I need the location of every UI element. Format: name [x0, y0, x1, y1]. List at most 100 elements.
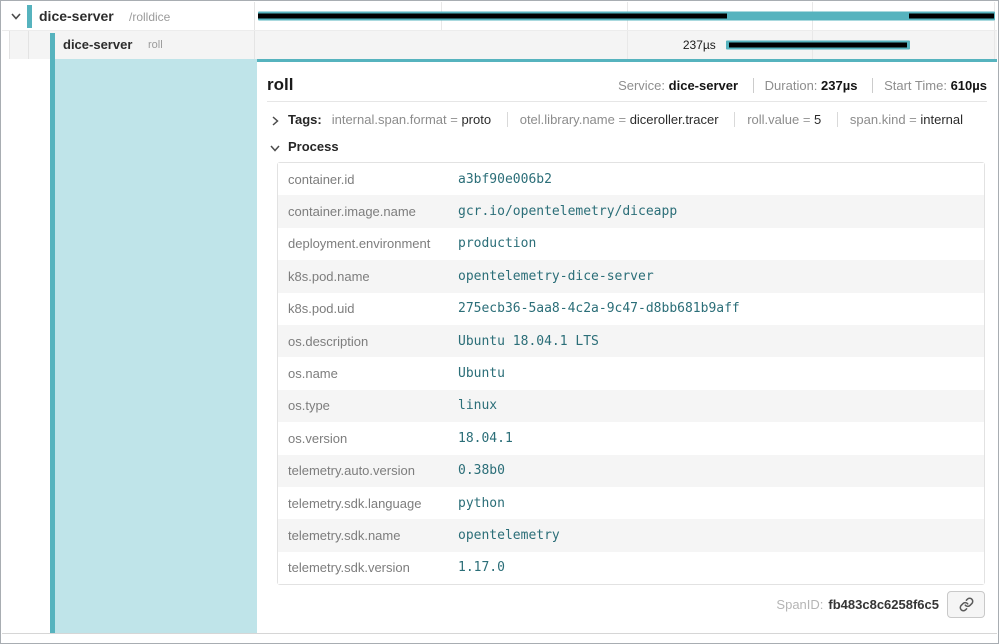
span-meta-item: Start Time: 610µs: [872, 78, 987, 93]
process-key: k8s.pod.uid: [278, 301, 458, 316]
process-key: telemetry.sdk.name: [278, 528, 458, 543]
meta-label: Start Time:: [884, 78, 947, 93]
process-value: 275ecb36-5aa8-4c2a-9c47-d8bb681b9aff: [458, 301, 740, 316]
tag-item: internal.span.formatproto: [332, 112, 491, 127]
detail-footer: SpanID: fb483c8c6258f6c5: [267, 585, 987, 618]
process-key: os.type: [278, 398, 458, 413]
meta-label: Service:: [618, 78, 665, 93]
process-table-row: k8s.pod.name opentelemetry-dice-server: [278, 260, 984, 292]
span-row-rolldice[interactable]: dice-server /rolldice: [2, 2, 997, 31]
tag-key: roll.value: [747, 112, 814, 127]
process-table-row: telemetry.sdk.version 1.17.0: [278, 552, 984, 584]
process-key: telemetry.sdk.language: [278, 496, 458, 511]
span-timeline[interactable]: 237µs: [256, 31, 997, 59]
spanid-value: fb483c8c6258f6c5: [828, 597, 939, 612]
detail-left-rail: [2, 59, 50, 633]
process-value: opentelemetry-dice-server: [458, 269, 654, 284]
chevron-right-icon[interactable]: [269, 114, 281, 126]
span-row-roll[interactable]: dice-server roll 237µs: [2, 31, 997, 59]
meta-label: Duration:: [765, 78, 818, 93]
process-key: k8s.pod.name: [278, 269, 458, 284]
link-icon: [959, 597, 974, 612]
chevron-down-icon[interactable]: [269, 141, 281, 153]
tag-value: proto: [461, 112, 491, 127]
process-key: container.image.name: [278, 204, 458, 219]
timeline-gridline: [994, 31, 995, 59]
jaeger-trace-view: dice-server /rolldice dice-server roll 2…: [0, 0, 999, 644]
tag-item: otel.library.namediceroller.tracer: [507, 112, 719, 127]
process-table-row: os.version 18.04.1: [278, 422, 984, 454]
span-color-strip: [27, 5, 32, 28]
process-key: container.id: [278, 172, 458, 187]
span-duration-label: 237µs: [256, 38, 716, 52]
deep-link-button[interactable]: [947, 591, 985, 618]
meta-value: dice-server: [669, 78, 738, 93]
process-table-row: container.image.name gcr.io/opentelemetr…: [278, 195, 984, 227]
process-value: a3bf90e006b2: [458, 172, 552, 187]
process-table-row: deployment.environment production: [278, 228, 984, 260]
process-table-row: telemetry.sdk.name opentelemetry: [278, 519, 984, 551]
chevron-down-icon[interactable]: [9, 9, 23, 23]
process-key: os.name: [278, 366, 458, 381]
tag-value: diceroller.tracer: [630, 112, 719, 127]
span-title: roll: [267, 75, 293, 95]
span-operation-name: roll: [148, 39, 163, 51]
process-value: production: [458, 236, 536, 251]
span-color-strip: [50, 33, 55, 59]
tag-item: roll.value5: [734, 112, 821, 127]
span-name-column[interactable]: dice-server roll: [2, 31, 255, 59]
span-meta-list: Service: dice-server Duration: 237µs Sta…: [618, 78, 987, 93]
process-key: os.description: [278, 334, 458, 349]
process-table-row: k8s.pod.uid 275ecb36-5aa8-4c2a-9c47-d8bb…: [278, 293, 984, 325]
process-label: Process: [288, 139, 339, 154]
process-value: 1.17.0: [458, 560, 505, 575]
process-value: linux: [458, 398, 497, 413]
process-value: 0.38b0: [458, 463, 505, 478]
span-service-name: dice-server: [39, 8, 114, 24]
span-timeline[interactable]: [256, 2, 997, 30]
detail-highlight-fill: [55, 59, 257, 633]
process-key: os.version: [278, 431, 458, 446]
meta-value: 237µs: [821, 78, 857, 93]
process-key: telemetry.sdk.version: [278, 560, 458, 575]
tag-value: internal: [920, 112, 963, 127]
process-accordion[interactable]: Process: [267, 129, 987, 162]
process-table-row: os.description Ubuntu 18.04.1 LTS: [278, 325, 984, 357]
meta-value: 610µs: [951, 78, 987, 93]
process-table-row: os.name Ubuntu: [278, 357, 984, 389]
span-operation-name: /rolldice: [129, 10, 170, 24]
spanid-label: SpanID:: [776, 597, 823, 612]
tags-summary: internal.span.formatproto otel.library.n…: [332, 112, 963, 127]
page-bottom-strip: [2, 633, 997, 644]
critical-path-segment: [729, 43, 908, 48]
process-table: container.id a3bf90e006b2 container.imag…: [277, 162, 985, 585]
process-table-row: telemetry.auto.version 0.38b0: [278, 455, 984, 487]
span-bar: [726, 41, 911, 50]
tag-key: otel.library.name: [520, 112, 630, 127]
process-value: Ubuntu 18.04.1 LTS: [458, 334, 599, 349]
span-meta-item: Service: dice-server: [618, 78, 738, 93]
tag-value: 5: [814, 112, 821, 127]
process-key: deployment.environment: [278, 236, 458, 251]
process-table-row: os.type linux: [278, 390, 984, 422]
process-value: 18.04.1: [458, 431, 513, 446]
process-table-row: container.id a3bf90e006b2: [278, 163, 984, 195]
process-value: python: [458, 496, 505, 511]
process-value: gcr.io/opentelemetry/diceapp: [458, 204, 677, 219]
span-meta-item: Duration: 237µs: [753, 78, 858, 93]
tag-key: internal.span.format: [332, 112, 462, 127]
span-bar: [258, 12, 995, 21]
span-service-name: dice-server: [63, 37, 132, 52]
tag-item: span.kindinternal: [837, 112, 963, 127]
span-detail-row: roll Service: dice-server Duration: 237µ…: [2, 59, 997, 633]
process-key: telemetry.auto.version: [278, 463, 458, 478]
critical-path-segment: [258, 14, 727, 19]
tags-accordion[interactable]: Tags: internal.span.formatproto otel.lib…: [267, 102, 987, 129]
span-name-column[interactable]: dice-server /rolldice: [2, 2, 255, 30]
detail-header: roll Service: dice-server Duration: 237µ…: [267, 62, 987, 102]
process-value: Ubuntu: [458, 366, 505, 381]
process-value: opentelemetry: [458, 528, 560, 543]
tag-key: span.kind: [850, 112, 920, 127]
span-detail-panel: roll Service: dice-server Duration: 237µ…: [257, 59, 997, 633]
tags-label: Tags:: [288, 112, 322, 127]
